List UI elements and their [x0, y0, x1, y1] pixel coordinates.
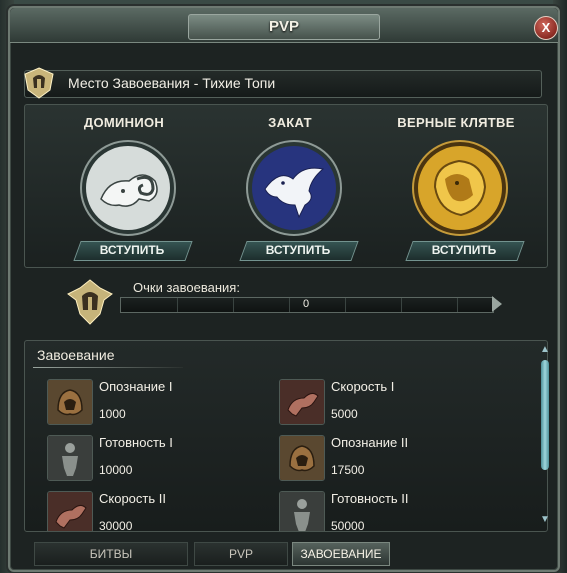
conquest-points-value: 0: [302, 298, 310, 310]
faction-zakat: ЗАКАТ ВСТУПИТЬ: [205, 105, 375, 267]
tab-pvp[interactable]: PVP: [194, 542, 288, 566]
conquest-item[interactable]: Готовность II 50000: [279, 489, 499, 532]
item-name: Опознание II: [331, 435, 409, 450]
item-cost: 10000: [99, 463, 133, 477]
scroll-up-arrow-icon[interactable]: ▲: [540, 344, 550, 356]
figure-icon: [47, 435, 93, 481]
figure-icon: [279, 491, 325, 531]
conquest-item[interactable]: Опознание II 17500: [279, 433, 499, 483]
bar-segment: [177, 298, 178, 312]
tab-conquest[interactable]: ЗАВОЕВАНИЕ: [292, 542, 390, 566]
conquest-item[interactable]: Готовность I 10000: [47, 433, 267, 483]
item-name: Опознание I: [99, 379, 173, 394]
bar-segment: [401, 298, 402, 312]
conquest-points-label: Очки завоевания:: [133, 280, 240, 295]
raven-icon: [245, 139, 343, 237]
conquest-emblem-icon: [66, 278, 114, 326]
conquest-item[interactable]: Скорость I 5000: [279, 377, 499, 427]
location-label: Место Завоевания - Тихие Топи: [68, 75, 276, 91]
faction-dominion: ДОМИНИОН ВСТУПИТЬ: [39, 105, 209, 267]
tab-battles[interactable]: БИТВЫ: [34, 542, 188, 566]
close-button[interactable]: X: [534, 16, 558, 40]
horse-icon: [279, 379, 325, 425]
item-cost: 5000: [331, 407, 358, 421]
title-divider: [33, 367, 183, 368]
item-name: Готовность I: [99, 435, 173, 450]
conquest-scrollbar[interactable]: ▲ ▼: [538, 344, 552, 530]
lion-icon: [411, 139, 509, 237]
pvp-window: PVP X Место Завоевания - Тихие Топи ДОМИ…: [8, 6, 560, 572]
faction-oathsworn: ВЕРНЫЕ КЛЯТВЕ ВСТУПИТЬ: [371, 105, 541, 267]
helm-icon: [47, 379, 93, 425]
helmet-emblem-icon: [22, 66, 56, 100]
conquest-item[interactable]: Опознание I 1000: [47, 377, 267, 427]
bar-end-arrow-icon: [492, 296, 502, 312]
item-cost: 1000: [99, 407, 126, 421]
bar-segment: [457, 298, 458, 312]
join-zakat-button[interactable]: ВСТУПИТЬ: [243, 242, 353, 260]
bottom-tabs: БИТВЫ PVP ЗАВОЕВАНИЕ: [34, 542, 554, 566]
scroll-thumb[interactable]: [541, 360, 549, 470]
faction-name: ВЕРНЫЕ КЛЯТВЕ: [397, 115, 515, 130]
title-bar[interactable]: PVP X: [10, 8, 558, 43]
conquest-list-panel: Завоевание Опознание I 1000 Скорость I 5…: [24, 340, 548, 532]
ram-icon: [79, 139, 177, 237]
item-name: Скорость II: [99, 491, 166, 506]
item-cost: 17500: [331, 463, 365, 477]
horse-icon: [47, 491, 93, 531]
faction-name: ЗАКАТ: [268, 115, 312, 130]
window-title: PVP: [188, 14, 380, 40]
item-name: Скорость I: [331, 379, 395, 394]
bar-segment: [345, 298, 346, 312]
join-oathsworn-button[interactable]: ВСТУПИТЬ: [409, 242, 519, 260]
conquest-title: Завоевание: [37, 347, 115, 363]
item-cost: 50000: [331, 519, 365, 532]
helm-icon: [279, 435, 325, 481]
bar-segment: [233, 298, 234, 312]
conquest-item[interactable]: Скорость II 30000: [47, 489, 267, 532]
faction-name: ДОМИНИОН: [83, 115, 165, 130]
scroll-down-arrow-icon[interactable]: ▼: [540, 514, 550, 526]
join-dominion-button[interactable]: ВСТУПИТЬ: [77, 242, 187, 260]
faction-panel: ДОМИНИОН ВСТУПИТЬ ЗАКАТ ВСТУПИТЬ ВЕРНЫЕ …: [24, 104, 548, 268]
item-cost: 30000: [99, 519, 133, 532]
item-name: Готовность II: [331, 491, 409, 506]
